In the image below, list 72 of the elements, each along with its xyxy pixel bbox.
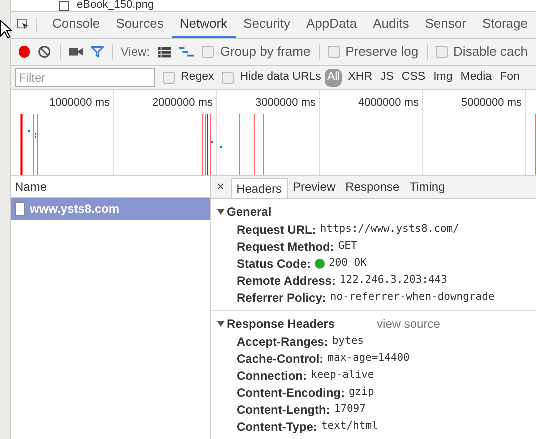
type-filter-button[interactable]: JS	[378, 68, 396, 86]
details-tab[interactable]: Headers	[230, 178, 288, 198]
type-filter-button[interactable]: Img	[432, 68, 455, 86]
header-name: Connection:	[237, 368, 307, 384]
header-name: Request Method:	[237, 238, 334, 256]
header-value: max-age=14400	[328, 350, 410, 366]
checkbox[interactable]	[222, 72, 234, 84]
checkbox[interactable]	[328, 46, 340, 58]
header-value: gzip	[348, 384, 374, 400]
type-filter-button[interactable]: XHR	[346, 68, 374, 86]
header-name: Cache-Control:	[237, 350, 324, 368]
header-value: text/html	[321, 418, 378, 434]
header-value: bytes	[332, 334, 364, 349]
option-label: Group by frame	[220, 43, 311, 62]
header-name: Status Code:	[237, 256, 312, 272]
header-name: Remote Address:	[237, 272, 336, 290]
header-value: no-referrer-when-downgrade	[330, 290, 495, 305]
header-name: Request URL:	[237, 222, 316, 238]
section-title: Response Headers	[227, 316, 336, 333]
disclosure-triangle-icon[interactable]	[217, 208, 225, 216]
type-filter-button[interactable]: Fon	[498, 68, 522, 86]
panel-tab[interactable]: Security	[236, 12, 299, 38]
time-tick-label: 5000000 ms	[461, 96, 522, 111]
header-value: GET	[338, 238, 358, 254]
time-tick-label: 3000000 ms	[255, 96, 316, 111]
option-label: Preserve log	[346, 43, 419, 62]
panel-tab[interactable]: AppData	[298, 12, 366, 38]
close-button[interactable]: ×	[211, 176, 231, 198]
header-name: Content-Length:	[237, 402, 330, 418]
checkbox[interactable]	[163, 72, 175, 84]
hide-data-urls-label: Hide data URLs	[240, 70, 322, 85]
time-tick-label: 4000000 ms	[358, 96, 419, 111]
list-view-icon[interactable]	[158, 46, 172, 58]
details-tab[interactable]: Response	[340, 176, 405, 198]
video-camera-icon[interactable]	[68, 47, 83, 57]
header-name: Content-Type:	[237, 418, 318, 436]
header-value: 17097	[334, 402, 366, 417]
record-button[interactable]	[19, 46, 30, 58]
disclosure-triangle-icon[interactable]	[217, 320, 225, 328]
panel-tab[interactable]: Sources	[108, 12, 172, 38]
header-name: Accept-Ranges:	[237, 334, 328, 350]
filter-icon[interactable]	[90, 45, 104, 59]
checkbox[interactable]	[202, 46, 214, 58]
header-value: 200 OK	[329, 256, 367, 271]
header-value: 122.246.3.203:443	[340, 272, 448, 288]
details-tab[interactable]: Preview	[288, 176, 341, 198]
view-source-link[interactable]: view source	[377, 315, 440, 333]
regex-label: Regex	[181, 70, 214, 85]
type-filter-button[interactable]: Media	[458, 68, 494, 86]
section-title: General	[227, 204, 272, 221]
panel-tab[interactable]: Console	[44, 12, 108, 38]
panel-tab[interactable]: Sensor	[417, 12, 474, 38]
time-tick-label: 2000000 ms	[152, 96, 213, 111]
type-filter-button[interactable]: CSS	[400, 68, 428, 86]
request-name: www.ysts8.com	[30, 201, 120, 218]
details-tab[interactable]: Timing	[404, 176, 450, 198]
option-label: Disable cach	[454, 43, 528, 62]
waterfall-view-icon[interactable]	[179, 46, 194, 58]
header-name: Referrer Policy:	[237, 290, 326, 306]
checkbox[interactable]	[436, 46, 448, 58]
view-label: View:	[120, 44, 150, 61]
header-value: keep-alive	[311, 368, 374, 383]
image-file-icon	[59, 1, 69, 11]
clear-icon[interactable]	[38, 45, 52, 59]
filter-field[interactable]: Filter	[15, 68, 155, 87]
header-value: https://www.ysts8.com/	[320, 222, 460, 237]
panel-tab[interactable]: Storage	[474, 12, 536, 38]
time-tick-label: 1000000 ms	[49, 96, 110, 111]
panel-tab[interactable]: Audits	[365, 12, 418, 38]
file-name: eBook_150.png	[77, 0, 154, 11]
header-name: Content-Encoding:	[237, 384, 345, 402]
document-icon	[15, 202, 25, 216]
